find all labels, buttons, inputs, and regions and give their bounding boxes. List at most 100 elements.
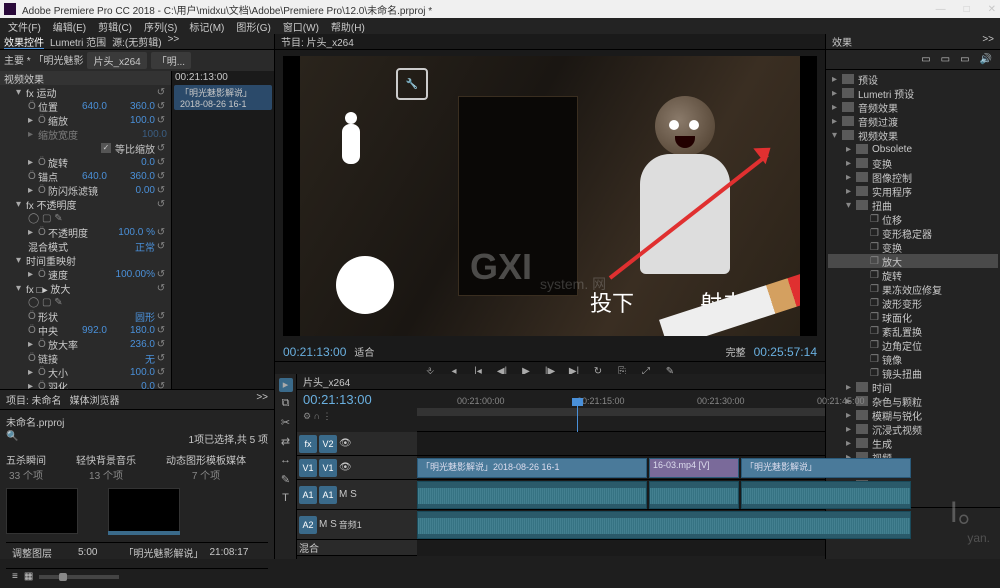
effect-folder[interactable]: ▸Obsolete	[828, 142, 998, 156]
icon-view-icon[interactable]: ▦	[24, 571, 33, 582]
anchor-x[interactable]: 640.0	[63, 171, 107, 182]
center-y[interactable]: 180.0	[111, 325, 155, 336]
project-tabs-overflow[interactable]: >>	[256, 392, 268, 407]
ec-clip-chip[interactable]: 片头_x264	[87, 52, 146, 69]
close-button[interactable]: ✕	[988, 4, 996, 15]
speed-value[interactable]: 100.00%	[111, 269, 155, 280]
tabs-overflow[interactable]: >>	[168, 34, 180, 49]
bin-item[interactable]: 轻快背景音乐 13 个项	[76, 452, 136, 482]
magnify-section[interactable]: fx □▸ 放大	[26, 281, 155, 296]
link-value[interactable]: 无	[111, 351, 155, 366]
effect-folder[interactable]: ▸变换	[828, 156, 998, 170]
effect-folder[interactable]: ▸沉浸式视频	[828, 422, 998, 436]
anchor-y[interactable]: 360.0	[111, 171, 155, 182]
ec-clip-chip2[interactable]: 「明...	[151, 52, 191, 69]
audio-clip[interactable]	[649, 481, 739, 509]
tab-project[interactable]: 项目: 未命名	[6, 392, 62, 407]
track-header-a1[interactable]: A1A1M S	[297, 480, 417, 510]
audio-clip[interactable]	[417, 481, 647, 509]
effect-item[interactable]: ❐镜头扭曲	[828, 366, 998, 380]
slip-tool[interactable]: ⇄	[279, 435, 293, 449]
fit-dropdown[interactable]: 适合	[354, 344, 374, 359]
selection-tool[interactable]: ▸	[279, 378, 293, 392]
menu-edit[interactable]: 编辑(E)	[53, 19, 86, 33]
rotation-value[interactable]: 0.0	[111, 157, 155, 168]
shape-value[interactable]: 圆形	[111, 309, 155, 324]
opacity-section[interactable]: fx 不透明度	[26, 197, 155, 212]
menu-clip[interactable]: 剪辑(C)	[98, 19, 132, 33]
effect-item[interactable]: ❐边角定位	[828, 338, 998, 352]
timeline-opts[interactable]: ⚙ ∩ ⋮	[303, 411, 411, 422]
bin-item[interactable]: 五杀瞬间 33 个项	[6, 452, 46, 482]
fx-badge-icon[interactable]: ▭	[921, 54, 930, 65]
effect-item[interactable]: ❐波形变形	[828, 296, 998, 310]
position-x[interactable]: 640.0	[63, 101, 107, 112]
audio-clip[interactable]	[741, 481, 911, 509]
time-ruler[interactable]: 00:21:00:00 00:21:15:00 00:21:30:00 00:2…	[417, 390, 825, 432]
video-clip[interactable]: 「明光魅影解说」2018-08-26 16-1	[417, 458, 647, 478]
search-icon[interactable]: 🔍	[6, 431, 18, 446]
timeline-content[interactable]: 「明光魅影解说」2018-08-26 16-1 16-03.mp4 [V] 「明…	[417, 432, 825, 556]
effect-item[interactable]: ❐旋转	[828, 268, 998, 282]
effect-folder[interactable]: ▸Lumetri 预设	[828, 86, 998, 100]
effect-item[interactable]: ❐变换	[828, 240, 998, 254]
ec-mini-clip[interactable]: 「明光魅影解说」2018-08-26 16-1	[174, 85, 272, 110]
antiflicker-value[interactable]: 0.00	[111, 185, 155, 196]
effect-item[interactable]: ❐果冻效应修复	[828, 282, 998, 296]
bin-item[interactable]: 动态图形模板媒体 7 个项	[166, 452, 246, 482]
menu-graphics[interactable]: 图形(G)	[236, 19, 270, 33]
tab-effect-controls[interactable]: 效果控件	[4, 34, 44, 49]
resolution-dropdown[interactable]: 完整	[726, 344, 746, 359]
effect-folder[interactable]: ▸图像控制	[828, 170, 998, 184]
effect-folder[interactable]: ▾扭曲	[828, 198, 998, 212]
tab-lumetri-scopes[interactable]: Lumetri 范围	[50, 34, 106, 49]
razor-tool[interactable]: ✂	[279, 416, 293, 430]
effect-folder[interactable]: ▸实用程序	[828, 184, 998, 198]
blend-value[interactable]: 正常	[111, 239, 155, 254]
timeline-tab[interactable]: 片头_x264	[303, 374, 350, 389]
effect-folder[interactable]: ▸时间	[828, 380, 998, 394]
menu-marker[interactable]: 标记(M)	[189, 19, 224, 33]
effect-item[interactable]: ❐变形稳定器	[828, 226, 998, 240]
clip-thumb[interactable]	[108, 488, 180, 536]
track-header-a2[interactable]: A2M S音频1	[297, 510, 417, 540]
list-view-icon[interactable]: ≡	[12, 571, 18, 582]
menu-help[interactable]: 帮助(H)	[331, 19, 365, 33]
fx-audio-icon[interactable]: 🔊	[980, 54, 992, 65]
audio-clip[interactable]	[417, 511, 911, 539]
effect-folder[interactable]: ▸生成	[828, 436, 998, 450]
pen-tool[interactable]: ↔	[279, 454, 293, 468]
effect-item[interactable]: ❐镜像	[828, 352, 998, 366]
menu-sequence[interactable]: 序列(S)	[144, 19, 177, 33]
center-x[interactable]: 992.0	[63, 325, 107, 336]
effect-folder[interactable]: ▸预设	[828, 72, 998, 86]
effects-overflow[interactable]: >>	[982, 34, 994, 49]
track-header-v2[interactable]: fxV2👁	[297, 432, 417, 456]
magnification-value[interactable]: 236.0	[111, 339, 155, 350]
feather-value[interactable]: 0.0	[111, 381, 155, 390]
tab-source[interactable]: 源:(无剪辑)	[112, 34, 161, 49]
opacity-value[interactable]: 100.0 %	[111, 227, 155, 238]
fx-badge-icon[interactable]: ▭	[960, 54, 969, 65]
tab-effects[interactable]: 效果	[832, 34, 852, 49]
effect-item[interactable]: ❐紊乱置换	[828, 324, 998, 338]
zoom-slider[interactable]	[39, 575, 119, 579]
program-timecode[interactable]: 00:21:13:00	[283, 345, 346, 359]
scale-value[interactable]: 100.0	[111, 115, 155, 126]
menu-window[interactable]: 窗口(W)	[283, 19, 319, 33]
type-tool[interactable]: T	[279, 492, 293, 506]
effect-folder[interactable]: ▸音频效果	[828, 100, 998, 114]
timeline-timecode[interactable]: 00:21:13:00	[303, 392, 411, 407]
program-monitor[interactable]: 🔧 投下 射击 GXI system. 网	[283, 56, 817, 336]
effect-folder[interactable]: ▸模糊与锐化	[828, 408, 998, 422]
hand-tool[interactable]: ✎	[279, 473, 293, 487]
track-select-tool[interactable]: ⧉	[279, 397, 293, 411]
menu-file[interactable]: 文件(F)	[8, 19, 41, 33]
size-value[interactable]: 100.0	[111, 367, 155, 378]
video-clip[interactable]: 「明光魅影解说」	[741, 458, 911, 478]
maximize-button[interactable]: □	[964, 4, 970, 15]
tab-program[interactable]: 节目: 片头_x264	[281, 34, 354, 49]
effect-item[interactable]: ❐放大	[828, 254, 998, 268]
track-header-v1[interactable]: V1V1👁	[297, 456, 417, 480]
effect-item[interactable]: ❐位移	[828, 212, 998, 226]
